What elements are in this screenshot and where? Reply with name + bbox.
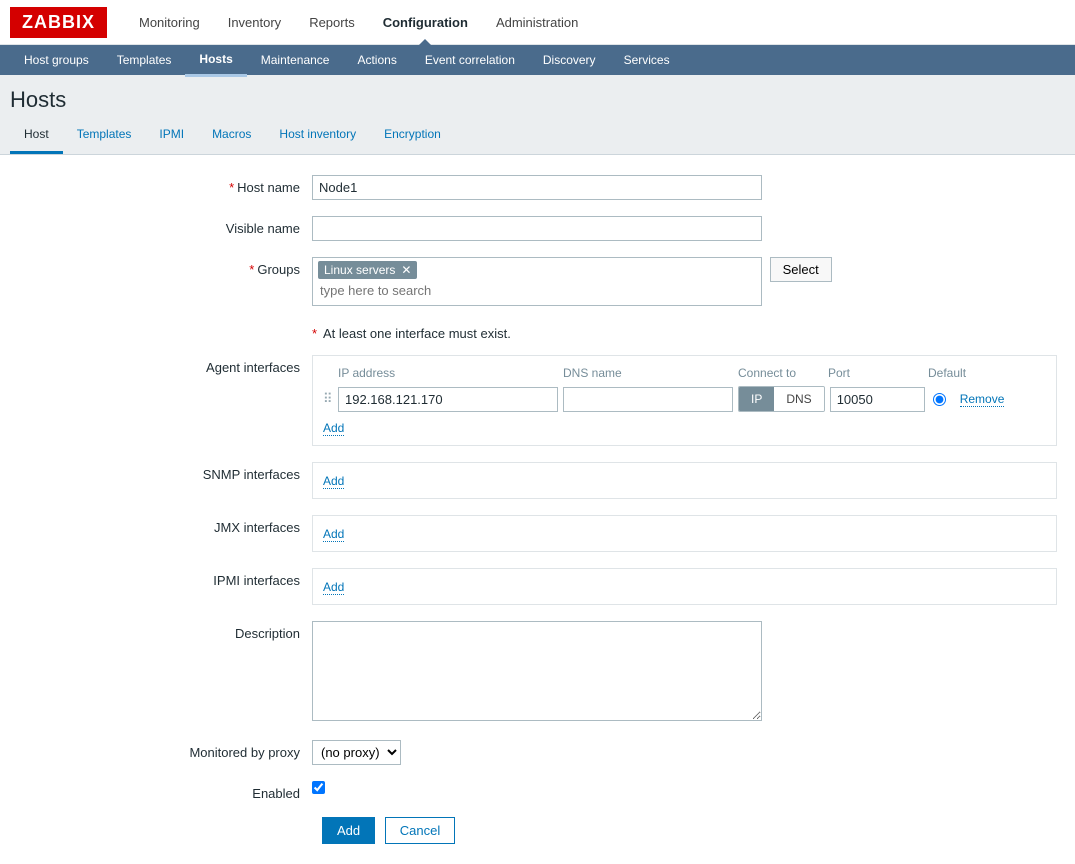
remove-tag-icon[interactable]: ✕ [401, 263, 411, 277]
add-button[interactable]: Add [322, 817, 375, 844]
subnav-hosts[interactable]: Hosts [185, 44, 246, 77]
ipmi-add-link[interactable]: Add [323, 580, 344, 595]
visible-name-label: Visible name [226, 221, 300, 236]
col-dns-header: DNS name [563, 366, 738, 380]
ipmi-interfaces-label: IPMI interfaces [213, 573, 300, 588]
col-default-header: Default [928, 366, 988, 380]
groups-label: Groups [257, 262, 300, 277]
tab-ipmi[interactable]: IPMI [145, 117, 198, 154]
tab-encryption[interactable]: Encryption [370, 117, 455, 154]
snmp-interfaces-label: SNMP interfaces [203, 467, 300, 482]
top-nav: Monitoring Inventory Reports Configurati… [125, 0, 592, 45]
agent-interfaces-box: IP address DNS name Connect to Port Defa… [312, 355, 1057, 446]
tab-host[interactable]: Host [10, 117, 63, 154]
logo[interactable]: ZABBIX [10, 7, 107, 38]
required-marker: * [229, 180, 234, 195]
select-groups-button[interactable]: Select [770, 257, 832, 282]
proxy-label: Monitored by proxy [189, 745, 300, 760]
nav-monitoring[interactable]: Monitoring [125, 0, 214, 45]
snmp-interfaces-box: Add [312, 462, 1057, 499]
tabs: Host Templates IPMI Macros Host inventor… [0, 117, 1075, 155]
connect-to-toggle: IP DNS [738, 386, 825, 412]
group-tag-label: Linux servers [324, 263, 395, 277]
agent-default-radio[interactable] [933, 393, 946, 406]
required-marker: * [249, 262, 254, 277]
agent-remove-link[interactable]: Remove [960, 392, 1005, 407]
nav-configuration[interactable]: Configuration [369, 0, 482, 45]
ipmi-interfaces-box: Add [312, 568, 1057, 605]
nav-reports[interactable]: Reports [295, 0, 369, 45]
enabled-label: Enabled [252, 786, 300, 801]
host-name-label: Host name [237, 180, 300, 195]
tab-templates[interactable]: Templates [63, 117, 146, 154]
jmx-interfaces-box: Add [312, 515, 1057, 552]
jmx-add-link[interactable]: Add [323, 527, 344, 542]
groups-search-input[interactable] [318, 279, 756, 302]
connect-dns-option[interactable]: DNS [774, 387, 823, 411]
nav-administration[interactable]: Administration [482, 0, 592, 45]
required-marker: * [312, 326, 317, 341]
description-textarea[interactable] [312, 621, 762, 721]
agent-interface-row: ⠿ IP DNS Remove [323, 386, 1044, 412]
page-header: Hosts [0, 75, 1075, 117]
subnav-services[interactable]: Services [610, 45, 684, 75]
col-ip-header: IP address [338, 366, 563, 380]
agent-interfaces-label: Agent interfaces [206, 360, 300, 375]
proxy-select[interactable]: (no proxy) [312, 740, 401, 765]
agent-port-input[interactable] [830, 387, 925, 412]
col-port-header: Port [828, 366, 928, 380]
subnav-event-correlation[interactable]: Event correlation [411, 45, 529, 75]
interface-hint: At least one interface must exist. [323, 326, 511, 341]
subnav-maintenance[interactable]: Maintenance [247, 45, 344, 75]
agent-ip-input[interactable] [338, 387, 558, 412]
enabled-checkbox[interactable] [312, 781, 325, 794]
subnav-actions[interactable]: Actions [343, 45, 410, 75]
description-label: Description [235, 626, 300, 641]
subnav-discovery[interactable]: Discovery [529, 45, 610, 75]
snmp-add-link[interactable]: Add [323, 474, 344, 489]
col-connect-header: Connect to [738, 366, 826, 380]
jmx-interfaces-label: JMX interfaces [214, 520, 300, 535]
host-form: *Host name Visible name *Groups Linux se… [0, 155, 1075, 864]
sub-nav: Host groups Templates Hosts Maintenance … [0, 45, 1075, 75]
subnav-host-groups[interactable]: Host groups [10, 45, 103, 75]
groups-multiselect[interactable]: Linux servers ✕ [312, 257, 762, 306]
page-title: Hosts [10, 87, 1065, 113]
visible-name-input[interactable] [312, 216, 762, 241]
cancel-button[interactable]: Cancel [385, 817, 455, 844]
host-name-input[interactable] [312, 175, 762, 200]
subnav-templates[interactable]: Templates [103, 45, 186, 75]
group-tag: Linux servers ✕ [318, 261, 417, 279]
agent-dns-input[interactable] [563, 387, 733, 412]
agent-add-link[interactable]: Add [323, 421, 344, 436]
nav-inventory[interactable]: Inventory [214, 0, 295, 45]
connect-ip-option[interactable]: IP [739, 387, 774, 411]
top-bar: ZABBIX Monitoring Inventory Reports Conf… [0, 0, 1075, 45]
tab-host-inventory[interactable]: Host inventory [265, 117, 370, 154]
drag-handle-icon[interactable]: ⠿ [323, 396, 333, 402]
tab-macros[interactable]: Macros [198, 117, 265, 154]
